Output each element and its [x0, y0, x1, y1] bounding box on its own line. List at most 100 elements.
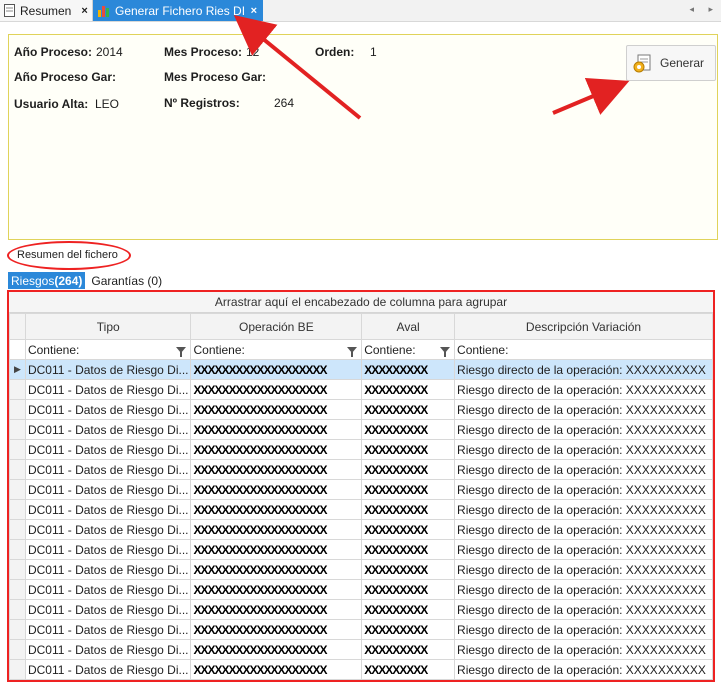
cell-descripcion-variacion[interactable]: Riesgo directo de la operación: XXXXXXXX…	[454, 379, 713, 400]
column-header-tipo[interactable]: Tipo	[24, 313, 192, 340]
table-row[interactable]: DC011 - Datos de Riesgo Di... XXXXXXXXXXX…	[9, 579, 713, 600]
cell-tipo[interactable]: DC011 - Datos de Riesgo Di...	[24, 599, 192, 620]
cell-tipo[interactable]: DC011 - Datos de Riesgo Di...	[24, 499, 192, 520]
cell-aval[interactable]: XXXXXXXXX	[361, 659, 456, 680]
cell-operacion-be[interactable]: XXXXXXXXXXXXXXXXXXX	[190, 359, 363, 380]
row-indicator[interactable]	[9, 379, 26, 400]
cell-aval[interactable]: XXXXXXXXX	[361, 559, 456, 580]
row-indicator[interactable]	[9, 419, 26, 440]
cell-tipo[interactable]: DC011 - Datos de Riesgo Di...	[24, 479, 192, 500]
cell-tipo[interactable]: DC011 - Datos de Riesgo Di...	[24, 619, 192, 640]
column-header-aval[interactable]: Aval	[361, 313, 456, 340]
cell-aval[interactable]: XXXXXXXXX	[361, 639, 456, 660]
cell-descripcion-variacion[interactable]: Riesgo directo de la operación: XXXXXXXX…	[454, 619, 713, 640]
cell-operacion-be[interactable]: XXXXXXXXXXXXXXXXXXX	[190, 479, 363, 500]
filter-cell-descripcion[interactable]: Contiene:	[454, 339, 713, 360]
table-row[interactable]: DC011 - Datos de Riesgo Di... XXXXXXXXXXX…	[9, 599, 713, 620]
cell-descripcion-variacion[interactable]: Riesgo directo de la operación: XXXXXXXX…	[454, 479, 713, 500]
cell-tipo[interactable]: DC011 - Datos de Riesgo Di...	[24, 399, 192, 420]
cell-tipo[interactable]: DC011 - Datos de Riesgo Di...	[24, 639, 192, 660]
table-row[interactable]: DC011 - Datos de Riesgo Di... XXXXXXXXXXX…	[9, 559, 713, 580]
cell-aval[interactable]: XXXXXXXXX	[361, 459, 456, 480]
cell-operacion-be[interactable]: XXXXXXXXXXXXXXXXXXX	[190, 559, 363, 580]
tab-garantias[interactable]: Garantías (0)	[85, 272, 168, 289]
cell-operacion-be[interactable]: XXXXXXXXXXXXXXXXXXX	[190, 599, 363, 620]
cell-aval[interactable]: XXXXXXXXX	[361, 399, 456, 420]
table-row[interactable]: DC011 - Datos de Riesgo Di... XXXXXXXXXXX…	[9, 439, 713, 460]
table-row[interactable]: DC011 - Datos de Riesgo Di... XXXXXXXXXXX…	[9, 539, 713, 560]
close-icon[interactable]: ×	[251, 5, 257, 17]
cell-descripcion-variacion[interactable]: Riesgo directo de la operación: XXXXXXXX…	[454, 639, 713, 660]
cell-operacion-be[interactable]: XXXXXXXXXXXXXXXXXXX	[190, 439, 363, 460]
table-row[interactable]: DC011 - Datos de Riesgo Di... XXXXXXXXXXX…	[9, 399, 713, 420]
table-row[interactable]: DC011 - Datos de Riesgo Di... XXXXXXXXXXX…	[9, 379, 713, 400]
cell-operacion-be[interactable]: XXXXXXXXXXXXXXXXXXX	[190, 459, 363, 480]
cell-operacion-be[interactable]: XXXXXXXXXXXXXXXXXXX	[190, 519, 363, 540]
cell-operacion-be[interactable]: XXXXXXXXXXXXXXXXXXX	[190, 379, 363, 400]
cell-descripcion-variacion[interactable]: Riesgo directo de la operación: XXXXXXXX…	[454, 579, 713, 600]
filter-icon[interactable]	[176, 346, 187, 357]
cell-aval[interactable]: XXXXXXXXX	[361, 599, 456, 620]
row-indicator[interactable]	[9, 459, 26, 480]
row-indicator[interactable]	[9, 659, 26, 680]
filter-icon[interactable]	[347, 346, 358, 357]
cell-aval[interactable]: XXXXXXXXX	[361, 439, 456, 460]
cell-aval[interactable]: XXXXXXXXX	[361, 359, 456, 380]
filter-icon[interactable]	[440, 346, 451, 357]
table-row[interactable]: DC011 - Datos de Riesgo Di... XXXXXXXXXXX…	[9, 459, 713, 480]
cell-tipo[interactable]: DC011 - Datos de Riesgo Di...	[24, 659, 192, 680]
cell-descripcion-variacion[interactable]: Riesgo directo de la operación: XXXXXXXX…	[454, 359, 713, 380]
cell-tipo[interactable]: DC011 - Datos de Riesgo Di...	[24, 379, 192, 400]
row-indicator[interactable]	[9, 519, 26, 540]
cell-aval[interactable]: XXXXXXXXX	[361, 539, 456, 560]
cell-tipo[interactable]: DC011 - Datos de Riesgo Di...	[24, 439, 192, 460]
cell-descripcion-variacion[interactable]: Riesgo directo de la operación: XXXXXXXX…	[454, 659, 713, 680]
cell-tipo[interactable]: DC011 - Datos de Riesgo Di...	[24, 359, 192, 380]
row-indicator[interactable]	[9, 399, 26, 420]
close-icon[interactable]: ×	[81, 5, 87, 17]
group-by-drop-area[interactable]: Arrastrar aquí el encabezado de columna …	[9, 292, 713, 313]
table-row[interactable]: DC011 - Datos de Riesgo Di... XXXXXXXXXXX…	[9, 499, 713, 520]
row-indicator[interactable]	[9, 559, 26, 580]
cell-descripcion-variacion[interactable]: Riesgo directo de la operación: XXXXXXXX…	[454, 459, 713, 480]
row-indicator[interactable]	[9, 479, 26, 500]
row-indicator[interactable]	[9, 539, 26, 560]
cell-descripcion-variacion[interactable]: Riesgo directo de la operación: XXXXXXXX…	[454, 499, 713, 520]
generar-button[interactable]: Generar	[626, 45, 716, 81]
cell-aval[interactable]: XXXXXXXXX	[361, 619, 456, 640]
cell-aval[interactable]: XXXXXXXXX	[361, 499, 456, 520]
row-indicator[interactable]	[9, 619, 26, 640]
cell-operacion-be[interactable]: XXXXXXXXXXXXXXXXXXX	[190, 399, 363, 420]
tab-riesgos[interactable]: Riesgos (264)	[8, 272, 86, 289]
cell-descripcion-variacion[interactable]: Riesgo directo de la operación: XXXXXXXX…	[454, 539, 713, 560]
tab-generar-fichero[interactable]: Generar Fichero Ries DI ×	[93, 0, 263, 21]
cell-operacion-be[interactable]: XXXXXXXXXXXXXXXXXXX	[190, 639, 363, 660]
column-header-descripcion-variacion[interactable]: Descripción Variación	[454, 313, 713, 340]
cell-operacion-be[interactable]: XXXXXXXXXXXXXXXXXXX	[190, 619, 363, 640]
cell-descripcion-variacion[interactable]: Riesgo directo de la operación: XXXXXXXX…	[454, 519, 713, 540]
row-indicator[interactable]	[9, 579, 26, 600]
cell-aval[interactable]: XXXXXXXXX	[361, 579, 456, 600]
cell-tipo[interactable]: DC011 - Datos de Riesgo Di...	[24, 419, 192, 440]
cell-aval[interactable]: XXXXXXXXX	[361, 379, 456, 400]
cell-operacion-be[interactable]: XXXXXXXXXXXXXXXXXXX	[190, 659, 363, 680]
row-indicator[interactable]	[9, 639, 26, 660]
cell-descripcion-variacion[interactable]: Riesgo directo de la operación: XXXXXXXX…	[454, 399, 713, 420]
cell-tipo[interactable]: DC011 - Datos de Riesgo Di...	[24, 459, 192, 480]
cell-aval[interactable]: XXXXXXXXX	[361, 479, 456, 500]
table-row[interactable]: DC011 - Datos de Riesgo Di... XXXXXXXXXXX…	[9, 419, 713, 440]
filter-cell-tipo[interactable]: Contiene:	[24, 339, 192, 360]
cell-tipo[interactable]: DC011 - Datos de Riesgo Di...	[24, 519, 192, 540]
row-indicator[interactable]	[9, 499, 26, 520]
table-row[interactable]: DC011 - Datos de Riesgo Di... XXXXXXXXXXX…	[9, 479, 713, 500]
cell-aval[interactable]: XXXXXXXXX	[361, 519, 456, 540]
cell-tipo[interactable]: DC011 - Datos de Riesgo Di...	[24, 579, 192, 600]
cell-descripcion-variacion[interactable]: Riesgo directo de la operación: XXXXXXXX…	[454, 419, 713, 440]
row-indicator[interactable]: ▶	[9, 359, 26, 380]
cell-descripcion-variacion[interactable]: Riesgo directo de la operación: XXXXXXXX…	[454, 439, 713, 460]
cell-tipo[interactable]: DC011 - Datos de Riesgo Di...	[24, 539, 192, 560]
cell-operacion-be[interactable]: XXXXXXXXXXXXXXXXXXX	[190, 419, 363, 440]
row-indicator[interactable]	[9, 599, 26, 620]
cell-tipo[interactable]: DC011 - Datos de Riesgo Di...	[24, 559, 192, 580]
table-row[interactable]: DC011 - Datos de Riesgo Di... XXXXXXXXXXX…	[9, 639, 713, 660]
